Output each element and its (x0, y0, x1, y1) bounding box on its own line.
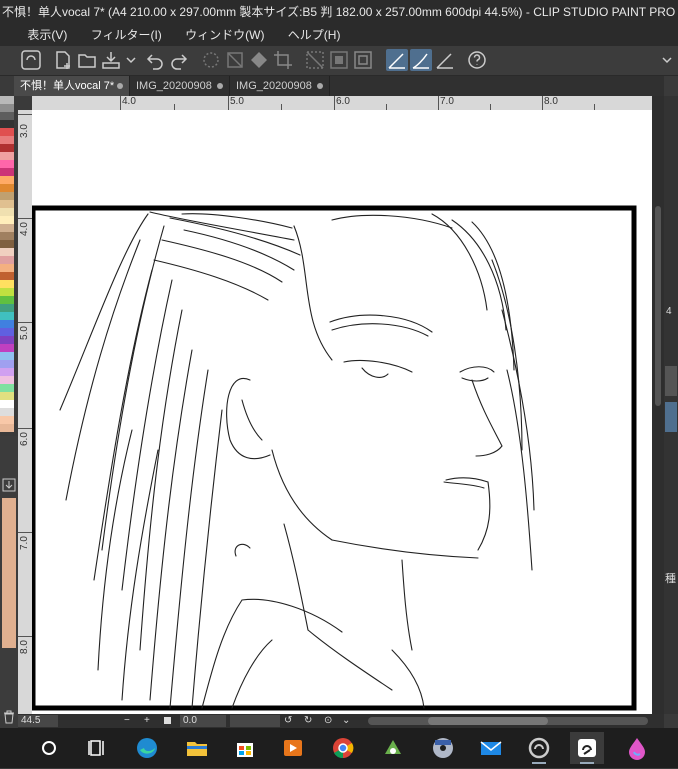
ruler-label: 7.0 (440, 96, 454, 107)
rotate-right-icon[interactable]: ↻ (304, 714, 312, 728)
taskbar (0, 728, 678, 768)
close-icon[interactable] (317, 83, 323, 89)
chevron-down-icon[interactable] (656, 49, 672, 71)
panel-button-active[interactable] (665, 402, 677, 432)
skin-color-swatch[interactable] (2, 498, 16, 648)
redo-icon[interactable] (168, 49, 190, 71)
menu-bar: 表示(V) フィルター(I) ウィンドウ(W) ヘルプ(H) (0, 24, 678, 46)
selection-border-icon[interactable] (352, 49, 374, 71)
start-icon[interactable] (32, 732, 66, 764)
invert-selection-icon[interactable] (328, 49, 350, 71)
menu-help[interactable]: ヘルプ(H) (278, 24, 351, 46)
close-icon[interactable] (117, 83, 123, 89)
store-icon[interactable] (228, 732, 262, 764)
ruler-label: 4.0 (122, 96, 136, 107)
window-title: 不惧！单人vocal 7* (A4 210.00 x 297.00mm 製本サイ… (0, 0, 678, 24)
pen-snap-icon[interactable] (386, 49, 408, 71)
panel-value: 4 (666, 306, 672, 317)
new-file-icon[interactable] (52, 49, 74, 71)
reset-rotation-icon[interactable]: ⊙ (324, 714, 332, 728)
file-explorer-icon[interactable] (180, 732, 214, 764)
clear-icon[interactable] (224, 49, 246, 71)
help-icon[interactable] (466, 49, 488, 71)
scrollbar-thumb[interactable] (655, 206, 661, 406)
horizontal-ruler: 4.0 5.0 6.0 7.0 8.0 (32, 96, 652, 110)
menu-window[interactable]: ウィンドウ(W) (175, 24, 274, 46)
horizontal-scrollbar[interactable] (368, 717, 648, 725)
media-player-icon[interactable] (276, 732, 310, 764)
ruler-label: 3.0 (19, 124, 30, 138)
ruler-label: 4.0 (19, 222, 30, 236)
crop-icon[interactable] (272, 49, 294, 71)
right-panel: 4 種 (664, 96, 678, 714)
edge-icon[interactable] (130, 732, 164, 764)
clip-studio-icon[interactable] (20, 49, 42, 71)
loading-icon[interactable] (200, 49, 222, 71)
ruler-label: 5.0 (230, 96, 244, 107)
clip-studio-icon[interactable] (522, 732, 556, 764)
close-icon[interactable] (217, 83, 223, 89)
fill-icon[interactable] (248, 49, 270, 71)
drop-paint-icon[interactable] (620, 732, 654, 764)
ruler-label: 7.0 (19, 536, 30, 550)
command-bar (0, 46, 678, 76)
ruler-snap-icon[interactable] (434, 49, 456, 71)
tab-document-2[interactable]: IMG_20200908 (130, 76, 230, 96)
status-bar: 44.5 − + 0.0 ↺ ↻ ⊙ ⌄ (18, 714, 664, 728)
zoom-out-icon[interactable]: − (124, 714, 130, 728)
scrollbar-thumb[interactable] (428, 717, 548, 725)
ruler-label: 8.0 (544, 96, 558, 107)
status-slider[interactable] (230, 715, 280, 727)
clip-studio-paint-icon[interactable] (570, 732, 604, 764)
chevron-down-icon[interactable]: ⌄ (342, 714, 350, 728)
green-app-icon[interactable] (376, 732, 410, 764)
fit-icon[interactable] (164, 717, 171, 724)
tab-document-3[interactable]: IMG_20200908 (230, 76, 330, 96)
tab-document-1[interactable]: 不惧！单人vocal 7* (14, 76, 130, 96)
curve-snap-icon[interactable] (410, 49, 432, 71)
tab-label: 不惧！单人vocal 7* (20, 80, 115, 92)
panel-button[interactable] (665, 366, 677, 396)
document-tabs: 不惧！单人vocal 7* IMG_20200908 IMG_20200908 (14, 76, 664, 96)
rotate-left-icon[interactable]: ↺ (284, 714, 292, 728)
chevron-down-icon[interactable] (120, 49, 136, 71)
vertical-scrollbar[interactable] (652, 96, 664, 714)
open-file-icon[interactable] (76, 49, 98, 71)
tab-label: IMG_20200908 (136, 80, 212, 92)
mail-icon[interactable] (474, 732, 508, 764)
ruler-label: 6.0 (336, 96, 350, 107)
trash-icon[interactable] (2, 710, 16, 724)
cd-burner-icon[interactable] (426, 732, 460, 764)
zoom-field[interactable]: 44.5 (18, 715, 58, 727)
drawing-canvas[interactable] (32, 110, 652, 714)
panel-label: 種 (665, 573, 676, 585)
line-art-drawing (32, 205, 637, 711)
color-palette[interactable] (0, 96, 14, 436)
rotation-field[interactable]: 0.0 (180, 715, 226, 727)
left-tool-column (0, 436, 18, 724)
ruler-label: 6.0 (19, 432, 30, 446)
vertical-ruler: 3.0 4.0 5.0 6.0 7.0 8.0 (18, 110, 32, 714)
menu-view[interactable]: 表示(V) (17, 24, 77, 46)
menu-filter[interactable]: フィルター(I) (81, 24, 172, 46)
import-icon[interactable] (2, 478, 16, 492)
zoom-in-icon[interactable]: + (144, 714, 150, 728)
ruler-label: 5.0 (19, 326, 30, 340)
deselect-icon[interactable] (304, 49, 326, 71)
undo-icon[interactable] (144, 49, 166, 71)
chrome-icon[interactable] (326, 732, 360, 764)
ruler-label: 8.0 (19, 640, 30, 654)
save-icon[interactable] (100, 49, 122, 71)
tab-label: IMG_20200908 (236, 80, 312, 92)
task-view-icon[interactable] (80, 732, 114, 764)
